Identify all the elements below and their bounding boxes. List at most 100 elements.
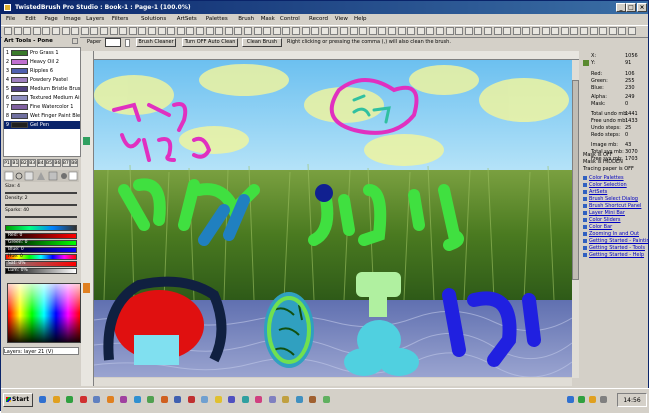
save-icon[interactable]	[311, 27, 320, 35]
brush-item[interactable]: 1 Pro Grass 1	[4, 49, 80, 57]
green-bar[interactable]: Green: 0	[5, 240, 77, 246]
help-link[interactable]: Color Palettes	[583, 175, 624, 181]
text-icon[interactable]	[186, 27, 195, 35]
help-link[interactable]: Color Sliders	[583, 217, 621, 223]
undo-icon[interactable]	[71, 27, 80, 35]
brush-item[interactable]: 4 Powdery Pastel	[4, 76, 80, 84]
menu-palettes[interactable]: Palettes	[206, 15, 228, 23]
taskbar-app-icon[interactable]	[187, 396, 195, 403]
zoom-out-icon[interactable]	[100, 27, 108, 35]
fill-icon[interactable]	[455, 27, 464, 35]
rect-icon[interactable]	[138, 27, 147, 35]
taskbar-app-icon[interactable]	[79, 396, 87, 403]
red-bar[interactable]: Red: 0	[5, 233, 77, 239]
hue-bar[interactable]: Hue: 0	[5, 254, 77, 260]
brush-item[interactable]: 9 Gel Pen	[4, 121, 80, 129]
taskbar-app-icon[interactable]	[174, 396, 181, 403]
color-bar[interactable]	[5, 225, 77, 231]
taskbar-app-icon[interactable]	[295, 396, 303, 403]
taskbar-app-icon[interactable]	[214, 396, 222, 403]
smudge-icon[interactable]	[503, 27, 512, 35]
menu-filters[interactable]: Filters	[112, 15, 129, 23]
blue-bar[interactable]: Blue: 0	[5, 247, 77, 253]
mask-icon[interactable]	[541, 27, 550, 35]
layer-mini-bar[interactable]: Layers: layer 21 (V)	[3, 347, 79, 355]
sparks-slider[interactable]	[5, 216, 77, 218]
menu-page[interactable]: Page	[44, 15, 57, 23]
copy-icon[interactable]	[340, 27, 348, 35]
help-link[interactable]: Getting Started - Tools	[583, 245, 645, 251]
menu-control[interactable]: Control	[280, 15, 300, 23]
menu-help[interactable]: Help	[354, 15, 367, 23]
minimize-button[interactable]: _	[616, 3, 626, 12]
cut-icon[interactable]	[618, 27, 627, 35]
luminance-bar[interactable]: Lum: 0%	[5, 268, 77, 274]
line-icon[interactable]	[416, 27, 425, 35]
ruler-icon[interactable]	[560, 27, 569, 35]
brush-item[interactable]: 2 Heavy Oil 2	[4, 58, 80, 66]
tool-icon-strip[interactable]	[3, 170, 79, 182]
taskbar-app-icon[interactable]	[309, 396, 316, 403]
layer-icon[interactable]	[244, 27, 252, 35]
blur-icon[interactable]	[224, 27, 233, 35]
menu-mask[interactable]: Mask	[261, 15, 275, 23]
print-icon[interactable]	[608, 27, 617, 35]
help-icon[interactable]	[282, 27, 291, 35]
taskbar-app-icon[interactable]	[255, 396, 262, 403]
open-icon[interactable]	[589, 27, 598, 35]
zoom-out-icon[interactable]	[388, 27, 396, 35]
taskbar-app-icon[interactable]	[241, 396, 249, 403]
menu-image[interactable]: Image	[64, 15, 81, 23]
mask-icon[interactable]	[253, 27, 262, 35]
maximize-button[interactable]: □	[626, 3, 636, 12]
save-icon[interactable]	[23, 27, 32, 35]
auto-clean-button[interactable]: Turn OFF Auto Clean	[182, 38, 238, 47]
print-icon[interactable]	[32, 27, 41, 35]
menu-edit[interactable]: Edit	[25, 15, 36, 23]
polygon-icon[interactable]	[445, 27, 454, 35]
brush-page-tab[interactable]: B6	[53, 159, 62, 167]
open-icon[interactable]	[13, 27, 22, 35]
color-palette[interactable]	[7, 283, 81, 343]
layer-thumb-icon[interactable]	[83, 283, 90, 293]
brush-page-tab[interactable]: B3	[28, 159, 37, 167]
save-icon[interactable]	[599, 27, 608, 35]
brush-item[interactable]: 8 Wet Finger Paint Ble	[4, 112, 80, 120]
menu-artsets[interactable]: ArtSets	[177, 15, 197, 23]
brush-cleaner-button[interactable]: Brush Cleaner	[136, 38, 176, 47]
close-button[interactable]: ×	[637, 3, 647, 12]
zoom-in-icon[interactable]	[378, 27, 387, 35]
brush-page-tab[interactable]: B2	[19, 159, 28, 167]
paper-swatch[interactable]	[105, 38, 121, 47]
select-icon[interactable]	[109, 27, 118, 35]
help-icon[interactable]	[570, 27, 579, 35]
system-tray-icon[interactable]	[589, 396, 596, 403]
taskbar-app-icon[interactable]	[133, 396, 141, 403]
ellipse-icon[interactable]	[436, 27, 444, 35]
redo-icon[interactable]	[80, 27, 89, 35]
line-icon[interactable]	[128, 27, 137, 35]
taskbar-app-icon[interactable]	[160, 396, 168, 403]
clean-brush-button[interactable]: Clean Brush	[242, 38, 282, 47]
taskbar-app-icon[interactable]	[147, 396, 154, 403]
help-link[interactable]: Getting Started - Help	[583, 252, 644, 258]
brush-page-tab[interactable]: B1	[11, 159, 20, 167]
brush-page-tab[interactable]: B4	[36, 159, 45, 167]
help-link[interactable]: Layer Mini Bar	[583, 210, 625, 216]
new-icon[interactable]	[4, 27, 12, 35]
horizontal-scrollbar[interactable]	[94, 378, 572, 386]
pick-icon[interactable]	[176, 27, 185, 35]
ruler-icon[interactable]	[272, 27, 281, 35]
cut-icon[interactable]	[42, 27, 51, 35]
layer-indicator-icon[interactable]	[83, 137, 90, 145]
help-link[interactable]: ArtSets	[583, 189, 607, 195]
system-tray-icon[interactable]	[600, 396, 607, 403]
brush-item[interactable]: 3 Ripples 6	[4, 67, 80, 75]
new-icon[interactable]	[580, 27, 588, 35]
taskbar-app-icon[interactable]	[201, 396, 208, 403]
brush-page-tab[interactable]: P1	[3, 159, 11, 167]
zoom-in-icon[interactable]	[90, 27, 99, 35]
grid-icon[interactable]	[551, 27, 560, 35]
cut-icon[interactable]	[330, 27, 339, 35]
taskbar-app-icon[interactable]	[66, 396, 73, 403]
